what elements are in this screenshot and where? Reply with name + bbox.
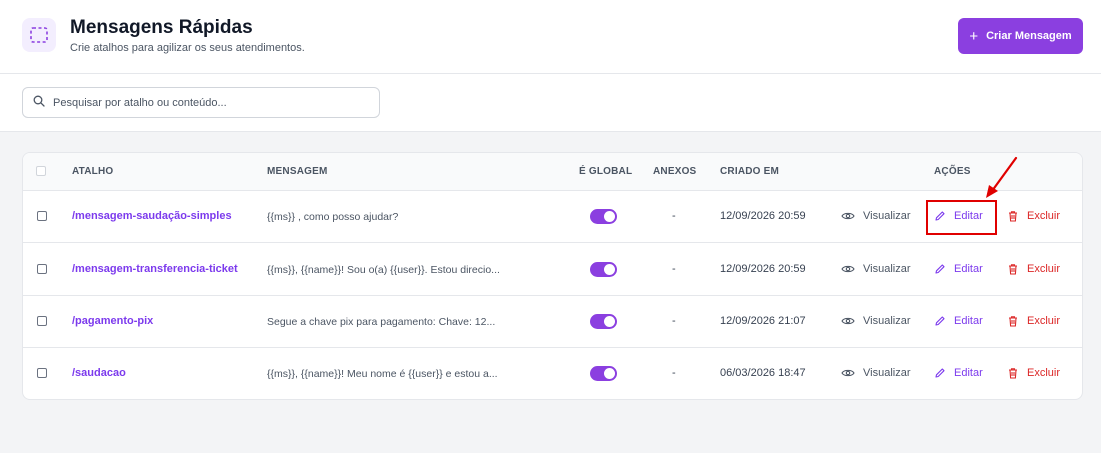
view-button[interactable]: Visualizar: [841, 210, 911, 222]
shortcut-link[interactable]: /saudacao: [72, 367, 126, 379]
message-preview: {{ms}}, {{name}}! Meu nome é {{user}} e …: [267, 368, 498, 380]
view-button[interactable]: Visualizar: [841, 315, 911, 327]
edit-label: Editar: [954, 367, 983, 379]
table-header: ATALHO MENSAGEM É GLOBAL ANEXOS CRIADO E…: [23, 153, 1082, 191]
attachments-count: -: [672, 210, 676, 222]
attachments-count: -: [672, 263, 676, 275]
shortcut-link[interactable]: /pagamento-pix: [72, 315, 153, 327]
table-row: /pagamento-pix Segue a chave pix para pa…: [23, 296, 1082, 348]
created-date: 12/09/2026 20:59: [720, 263, 806, 275]
column-header-shortcut: ATALHO: [72, 166, 114, 177]
message-preview: {{ms}} , como posso ajudar?: [267, 211, 399, 223]
column-header-created: CRIADO EM: [720, 166, 780, 177]
row-checkbox[interactable]: [37, 264, 47, 274]
column-header-global: É GLOBAL: [579, 166, 633, 177]
row-checkbox[interactable]: [37, 316, 47, 326]
page-header: Mensagens Rápidas Crie atalhos para agil…: [0, 0, 1101, 74]
shortcut-link[interactable]: /mensagem-saudação-simples: [72, 210, 232, 222]
global-toggle[interactable]: [590, 314, 617, 329]
quick-messages-icon: [22, 18, 56, 52]
delete-label: Excluir: [1027, 263, 1061, 275]
create-message-button[interactable]: + Criar Mensagem: [958, 18, 1083, 54]
table-row: /mensagem-transferencia-ticket {{ms}}, {…: [23, 244, 1082, 296]
edit-label: Editar: [954, 263, 983, 275]
view-button[interactable]: Visualizar: [841, 367, 911, 379]
global-toggle[interactable]: [590, 209, 617, 224]
search-box[interactable]: [22, 87, 380, 118]
pencil-icon: [935, 264, 945, 274]
global-toggle[interactable]: [590, 262, 617, 277]
delete-button[interactable]: Excluir: [1007, 367, 1060, 379]
created-date: 06/03/2026 18:47: [720, 367, 806, 379]
row-checkbox[interactable]: [37, 211, 47, 221]
view-label: Visualizar: [863, 263, 911, 275]
eye-icon: [841, 369, 855, 377]
trash-icon: [1009, 316, 1017, 327]
view-button[interactable]: Visualizar: [841, 263, 911, 275]
column-header-actions: AÇÕES: [934, 166, 971, 177]
trash-icon: [1009, 264, 1017, 275]
search-toolbar: [0, 74, 1101, 132]
trash-icon: [1009, 368, 1017, 379]
table-row: /saudacao {{ms}}, {{name}}! Meu nome é {…: [23, 348, 1082, 399]
edit-button[interactable]: Editar: [934, 263, 983, 275]
created-date: 12/09/2026 20:59: [720, 210, 806, 222]
view-label: Visualizar: [863, 367, 911, 379]
created-date: 12/09/2026 21:07: [720, 315, 806, 327]
shortcut-link[interactable]: /mensagem-transferencia-ticket: [72, 263, 238, 275]
view-label: Visualizar: [863, 315, 911, 327]
annotation-highlight-box: [926, 200, 997, 235]
row-checkbox[interactable]: [37, 368, 47, 378]
attachments-count: -: [672, 315, 676, 327]
delete-label: Excluir: [1027, 210, 1061, 222]
delete-button[interactable]: Excluir: [1007, 263, 1060, 275]
page-title: Mensagens Rápidas: [70, 17, 253, 38]
pencil-icon: [935, 368, 945, 378]
column-header-attachments: ANEXOS: [653, 166, 697, 177]
view-label: Visualizar: [863, 210, 911, 222]
plus-icon: +: [969, 27, 979, 45]
annotation-arrow-icon: [986, 156, 1018, 198]
page-subtitle: Crie atalhos para agilizar os seus atend…: [70, 42, 305, 54]
delete-button[interactable]: Excluir: [1007, 315, 1060, 327]
eye-icon: [841, 317, 855, 325]
message-preview: Segue a chave pix para pagamento: Chave:…: [267, 316, 496, 328]
search-icon: [33, 94, 45, 112]
global-toggle[interactable]: [590, 366, 617, 381]
message-preview: {{ms}}, {{name}}! Sou o(a) {{user}}. Est…: [267, 264, 500, 276]
delete-button[interactable]: Excluir: [1007, 210, 1060, 222]
edit-button[interactable]: Editar: [934, 367, 983, 379]
select-all-checkbox[interactable]: [36, 166, 46, 176]
delete-label: Excluir: [1027, 315, 1061, 327]
eye-icon: [841, 212, 855, 220]
edit-button[interactable]: Editar: [934, 315, 983, 327]
edit-label: Editar: [954, 315, 983, 327]
messages-table: ATALHO MENSAGEM É GLOBAL ANEXOS CRIADO E…: [22, 152, 1083, 400]
pencil-icon: [935, 316, 945, 326]
table-row: /mensagem-saudação-simples {{ms}} , como…: [23, 191, 1082, 243]
search-input[interactable]: [53, 96, 363, 109]
attachments-count: -: [672, 367, 676, 379]
trash-icon: [1009, 211, 1017, 222]
eye-icon: [841, 265, 855, 273]
column-header-message: MENSAGEM: [267, 166, 328, 177]
delete-label: Excluir: [1027, 367, 1061, 379]
create-message-label: Criar Mensagem: [986, 30, 1072, 42]
